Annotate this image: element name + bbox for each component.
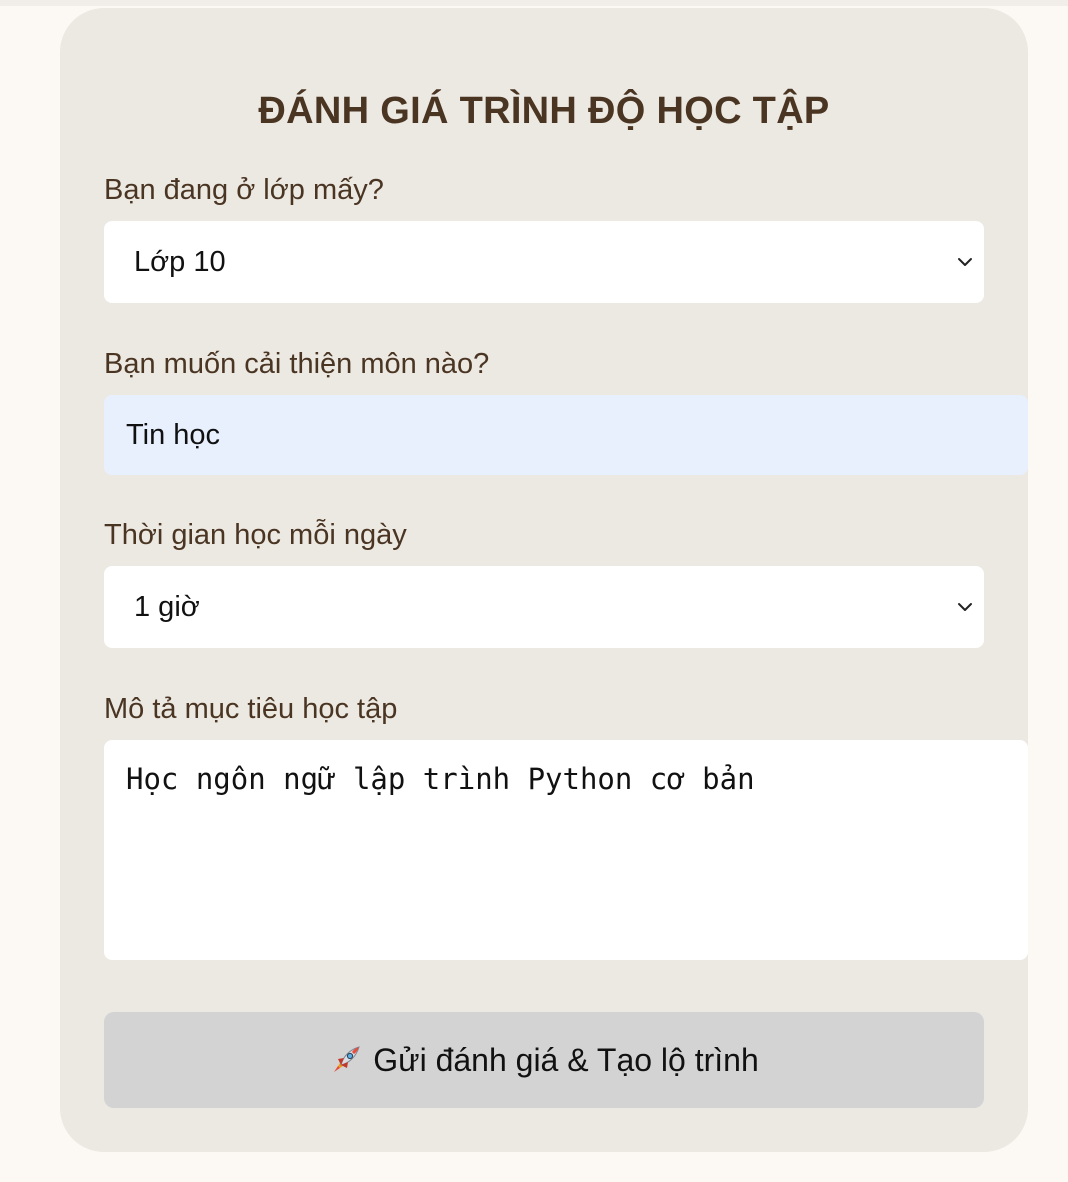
submit-button-label: Gửi đánh giá & Tạo lộ trình: [373, 1041, 759, 1078]
study-time-label: Thời gian học mỗi ngày: [104, 519, 407, 551]
rocket-icon: [334, 1046, 360, 1072]
grade-select[interactable]: Lớp 10: [104, 221, 984, 303]
goal-textarea[interactable]: Học ngôn ngữ lập trình Python cơ bản: [104, 740, 1028, 960]
grade-label: Bạn đang ở lớp mấy?: [104, 174, 384, 206]
subject-input-value: Tin học: [126, 418, 221, 451]
grade-select-value: Lớp 10: [134, 245, 226, 278]
subject-label: Bạn muốn cải thiện môn nào?: [104, 348, 490, 380]
goal-label: Mô tả mục tiêu học tập: [104, 693, 398, 725]
chevron-down-icon: [958, 258, 972, 266]
top-bar: [0, 0, 1068, 6]
chevron-down-icon: [958, 603, 972, 611]
study-time-select-value: 1 giờ: [134, 590, 200, 623]
submit-button[interactable]: Gửi đánh giá & Tạo lộ trình: [104, 1012, 984, 1108]
study-time-select[interactable]: 1 giờ: [104, 566, 984, 648]
form-title: ĐÁNH GIÁ TRÌNH ĐỘ HỌC TẬP: [258, 90, 830, 132]
subject-input[interactable]: Tin học: [104, 395, 1028, 475]
assessment-card: ĐÁNH GIÁ TRÌNH ĐỘ HỌC TẬP Bạn đang ở lớp…: [60, 8, 1028, 1152]
